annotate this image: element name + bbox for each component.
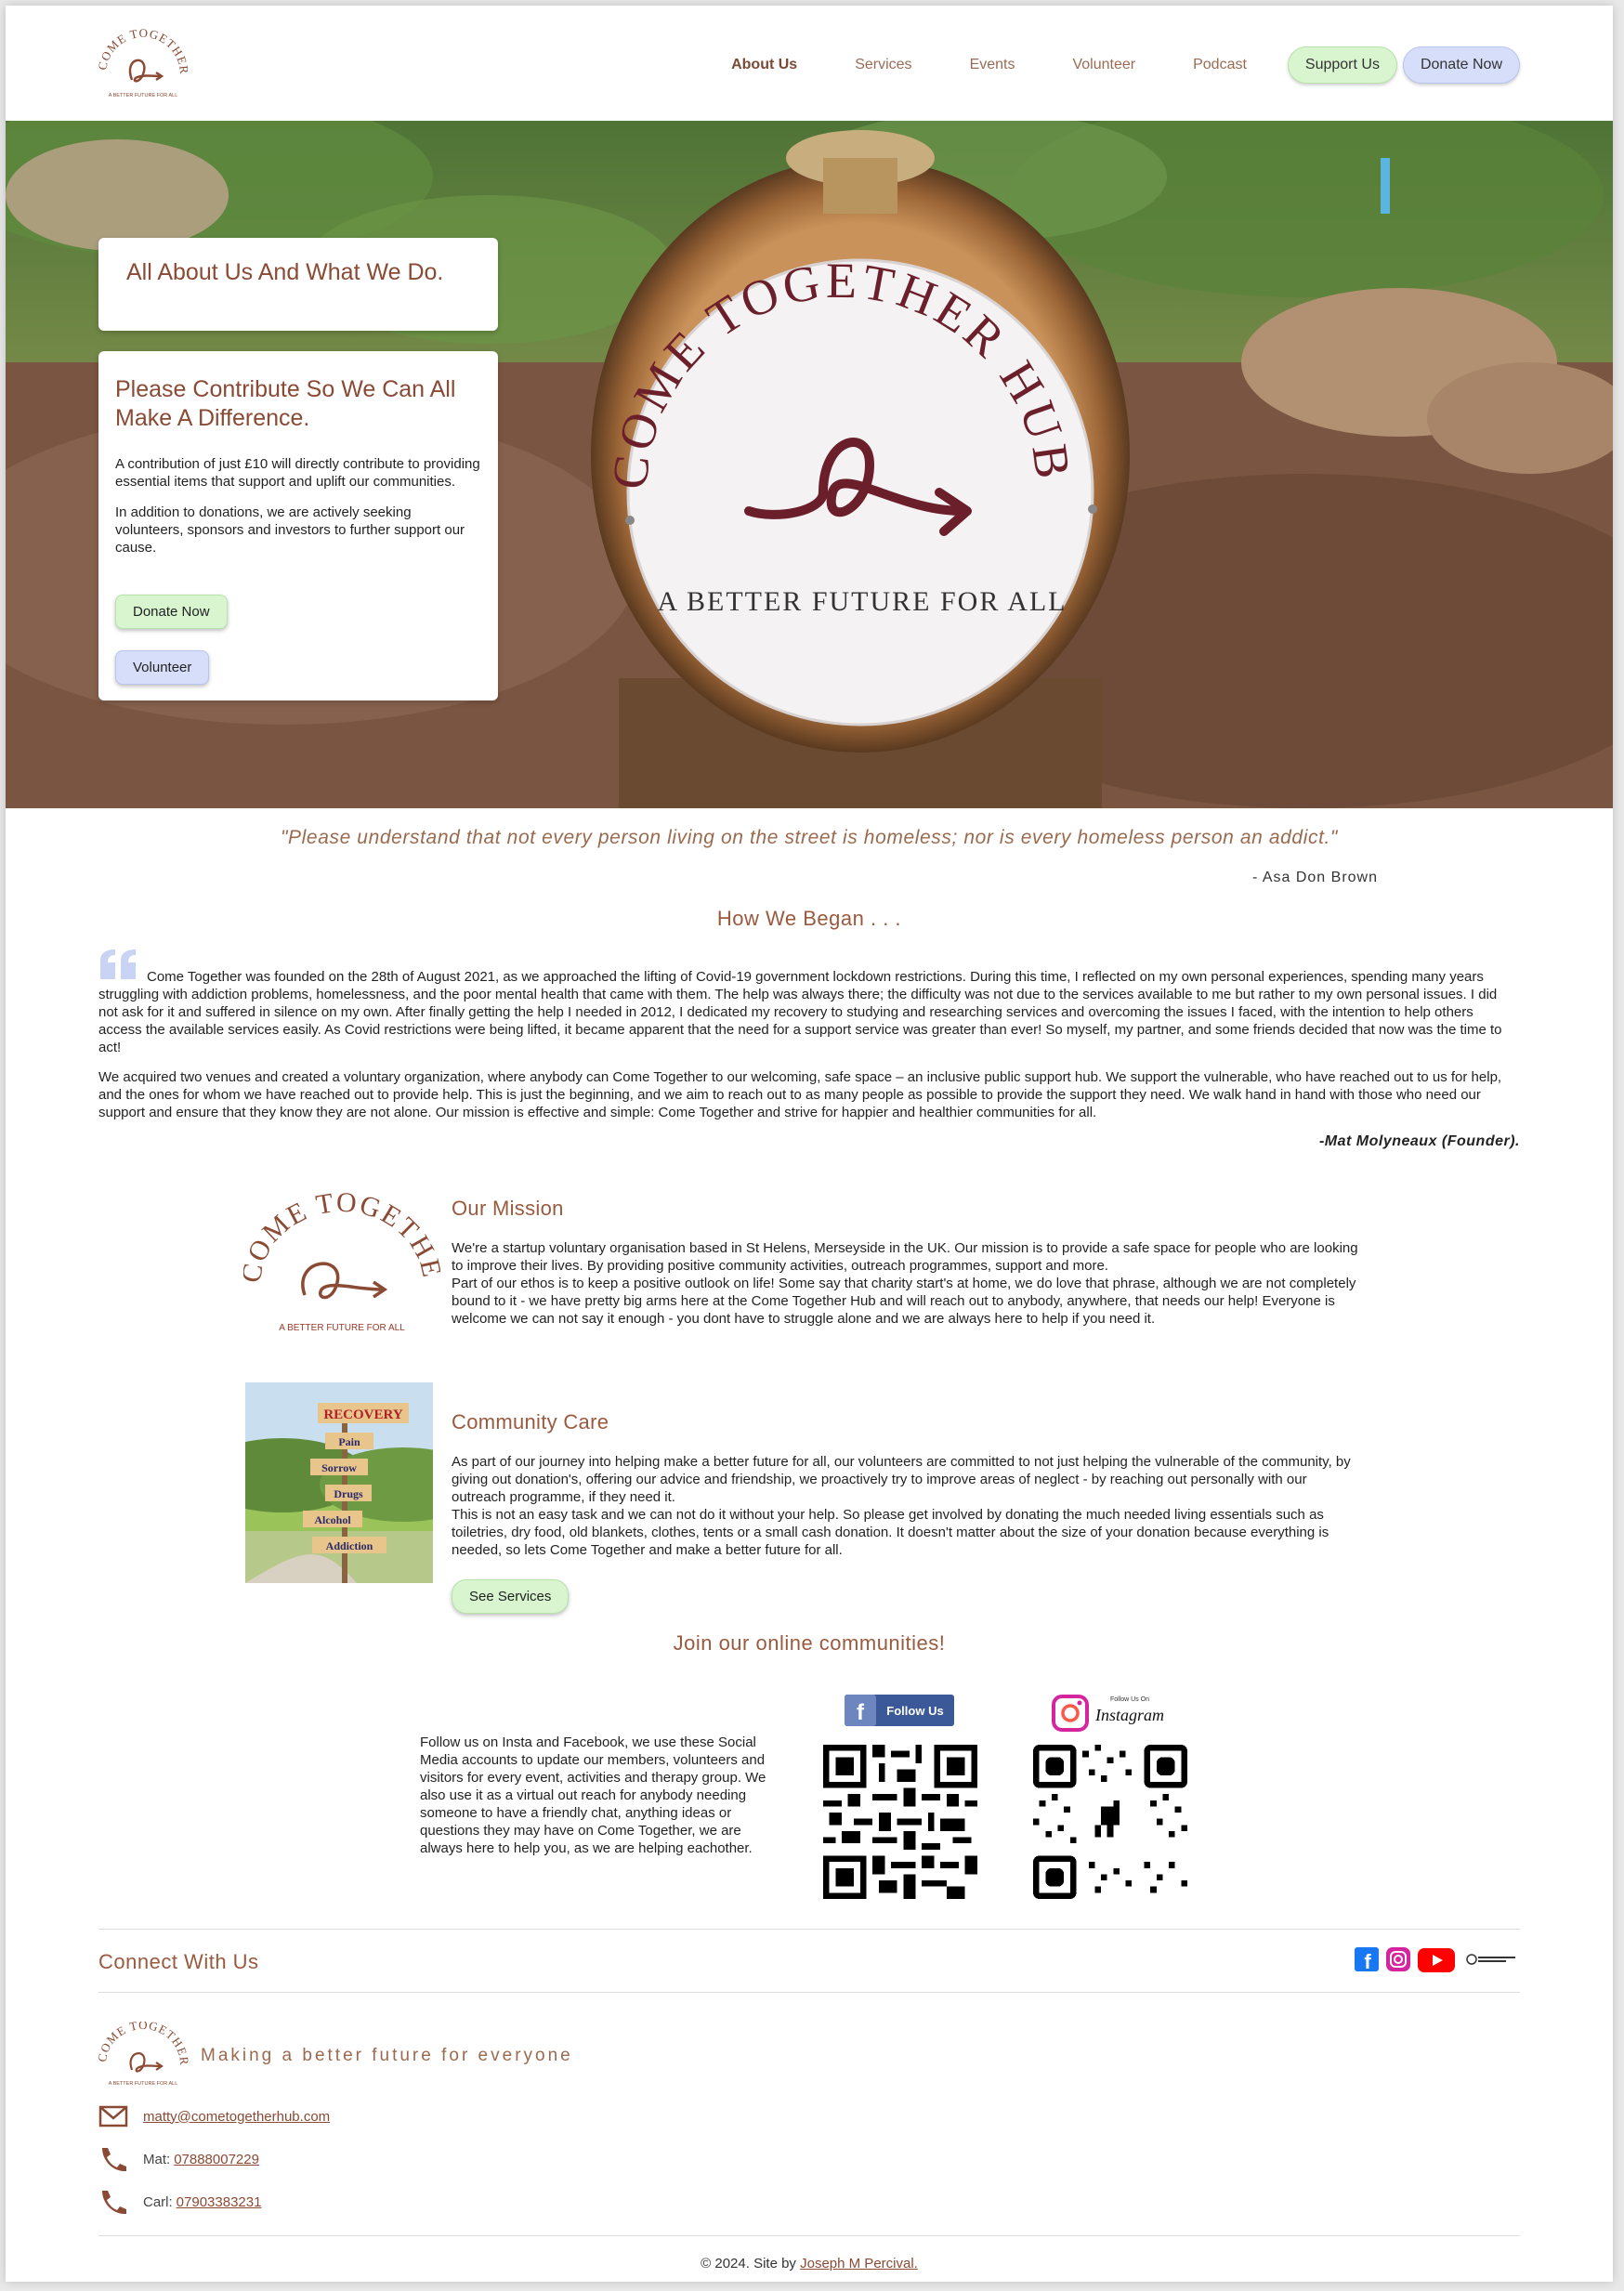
donate-now-button[interactable]: Donate Now: [1402, 46, 1520, 84]
copyright-text: © 2024. Site by: [701, 2256, 796, 2271]
svg-text:Drugs: Drugs: [334, 1487, 363, 1500]
phone-link-carl[interactable]: 07903383231: [177, 2194, 262, 2210]
instagram-qr-code: [1033, 1745, 1187, 1899]
facebook-icon[interactable]: f: [1355, 1947, 1379, 1973]
svg-text:Follow Us: Follow Us: [886, 1704, 943, 1718]
about-card: All About Us And What We Do.: [98, 238, 498, 331]
featured-quote: "Please understand that not every person…: [281, 827, 1338, 848]
divider: [98, 1929, 1520, 1930]
footer-tagline: Making a better future for everyone: [201, 2046, 573, 2065]
site-logo[interactable]: COME TOGETHER A BETTER FUTURE FOR ALL: [95, 28, 191, 102]
mail-icon: [98, 2105, 128, 2127]
story-paragraph-1: Come Together was founded on the 28th of…: [98, 969, 1502, 1055]
mission-heading: Our Mission: [452, 1197, 564, 1220]
svg-text:Alcohol: Alcohol: [314, 1513, 351, 1526]
hero-banner: COME TOGETHER HUB A BETTER FUTURE FOR AL…: [6, 121, 1613, 808]
svg-text:COME TOGETHER: COME TOGETHER: [95, 28, 191, 75]
nav-events[interactable]: Events: [970, 57, 1015, 73]
contribute-card: Please Contribute So We Can All Make A D…: [98, 351, 498, 700]
youtube-icon[interactable]: [1418, 1948, 1455, 1972]
founder-signature: -Mat Molyneaux (Founder).: [1318, 1133, 1520, 1149]
phone-icon: [102, 2191, 126, 2215]
divider: [98, 1992, 1520, 1993]
join-communities-text: Follow us on Insta and Facebook, we use …: [420, 1735, 766, 1856]
svg-text:RECOVERY: RECOVERY: [323, 1407, 402, 1422]
nav-podcast[interactable]: Podcast: [1193, 57, 1247, 73]
svg-text:Follow Us On: Follow Us On: [1110, 1696, 1149, 1703]
top-navigation: COME TOGETHER A BETTER FUTURE FOR ALL Ab…: [6, 6, 1613, 121]
facebook-qr-code: [823, 1745, 977, 1899]
divider: [98, 2235, 1520, 2236]
svg-text:Addiction: Addiction: [326, 1539, 373, 1552]
email-link[interactable]: matty@cometogetherhub.com: [143, 2109, 330, 2125]
footer-logo: COME TOGETHER A BETTER FUTURE FOR ALL: [97, 2022, 190, 2087]
story-text: Come Together was founded on the 28th of…: [98, 968, 1520, 1133]
see-services-button[interactable]: See Services: [452, 1579, 570, 1614]
credit-link[interactable]: Joseph M Percival.: [800, 2256, 918, 2271]
mission-paragraph-1: We're a startup voluntary organisation b…: [452, 1240, 1358, 1274]
mission-paragraph-2: Part of our ethos is to keep a positive …: [452, 1276, 1356, 1327]
contribute-heading: Please Contribute So We Can All Make A D…: [115, 376, 456, 431]
how-we-began-heading: How We Began . . .: [716, 907, 902, 930]
svg-text:f: f: [857, 1700, 865, 1725]
care-paragraph-2: This is not an easy task and we can not …: [452, 1507, 1329, 1558]
instagram-follow-badge[interactable]: Follow Us On Instagram: [1052, 1691, 1169, 1732]
connect-heading: Connect With Us: [98, 1950, 259, 1973]
story-paragraph-2: We acquired two venues and created a vol…: [98, 1069, 1502, 1120]
svg-text:Sorrow: Sorrow: [321, 1461, 357, 1474]
svg-text:A BETTER FUTURE FOR ALL: A BETTER FUTURE FOR ALL: [109, 93, 178, 98]
recovery-signpost-image: RECOVERY Pain Sorrow Drugs Alcohol Addic…: [245, 1382, 433, 1583]
facebook-follow-badge[interactable]: f Follow Us: [845, 1695, 954, 1726]
phone-row-carl: Carl: 07903383231: [98, 2189, 261, 2215]
phone-label-carl: Carl:: [143, 2193, 173, 2210]
phone-label-mat: Mat:: [143, 2151, 171, 2167]
nav-about-us[interactable]: About Us: [731, 57, 797, 73]
about-heading: All About Us And What We Do.: [126, 259, 444, 285]
nav-links: About Us Services Events Volunteer Podca…: [731, 46, 1520, 84]
phone-icon: [102, 2148, 126, 2172]
svg-text:A BETTER FUTURE FOR ALL: A BETTER FUTURE FOR ALL: [109, 2081, 178, 2087]
care-paragraph-1: As part of our journey into helping make…: [452, 1454, 1351, 1505]
hero-donate-button[interactable]: Donate Now: [115, 595, 228, 629]
svg-text:Instagram: Instagram: [1094, 1706, 1164, 1724]
support-us-button[interactable]: Support Us: [1287, 46, 1397, 84]
phone-row-mat: Mat: 07888007229: [98, 2146, 259, 2172]
nav-services[interactable]: Services: [855, 57, 911, 73]
social-icons: f: [1355, 1947, 1515, 1973]
nav-volunteer[interactable]: Volunteer: [1072, 57, 1135, 73]
join-communities-heading: Join our online communities!: [673, 1631, 946, 1655]
hero-volunteer-button[interactable]: Volunteer: [115, 650, 210, 685]
instagram-icon[interactable]: [1386, 1947, 1410, 1971]
quote-author: - Asa Don Brown: [1251, 870, 1378, 885]
email-row: matty@cometogetherhub.com: [98, 2103, 330, 2129]
svg-text:Pain: Pain: [338, 1435, 360, 1448]
contribute-text-1: A contribution of just £10 will directly…: [115, 456, 480, 490]
community-logo-icon[interactable]: [1466, 1954, 1515, 1965]
phone-link-mat[interactable]: 07888007229: [174, 2152, 259, 2167]
community-care-text: As part of our journey into helping make…: [452, 1453, 1362, 1559]
svg-text:f: f: [1364, 1950, 1371, 1973]
svg-text:COME TOGETHER: COME TOGETHER: [243, 1193, 440, 1285]
page: COME TOGETHER A BETTER FUTURE FOR ALL Ab…: [6, 6, 1613, 2282]
svg-text:COME TOGETHER: COME TOGETHER: [97, 2022, 190, 2066]
mission-logo: COME TOGETHER A BETTER FUTURE FOR ALL: [243, 1193, 440, 1333]
contribute-text-2: In addition to donations, we are activel…: [115, 504, 465, 556]
copyright: © 2024. Site by Joseph M Percival.: [6, 2256, 1613, 2271]
mission-text: We're a startup voluntary organisation b…: [452, 1239, 1362, 1328]
community-care-heading: Community Care: [452, 1410, 609, 1434]
svg-text:A BETTER FUTURE FOR ALL: A BETTER FUTURE FOR ALL: [279, 1323, 405, 1333]
svg-text:A BETTER FUTURE FOR ALL: A BETTER FUTURE FOR ALL: [657, 586, 1067, 617]
